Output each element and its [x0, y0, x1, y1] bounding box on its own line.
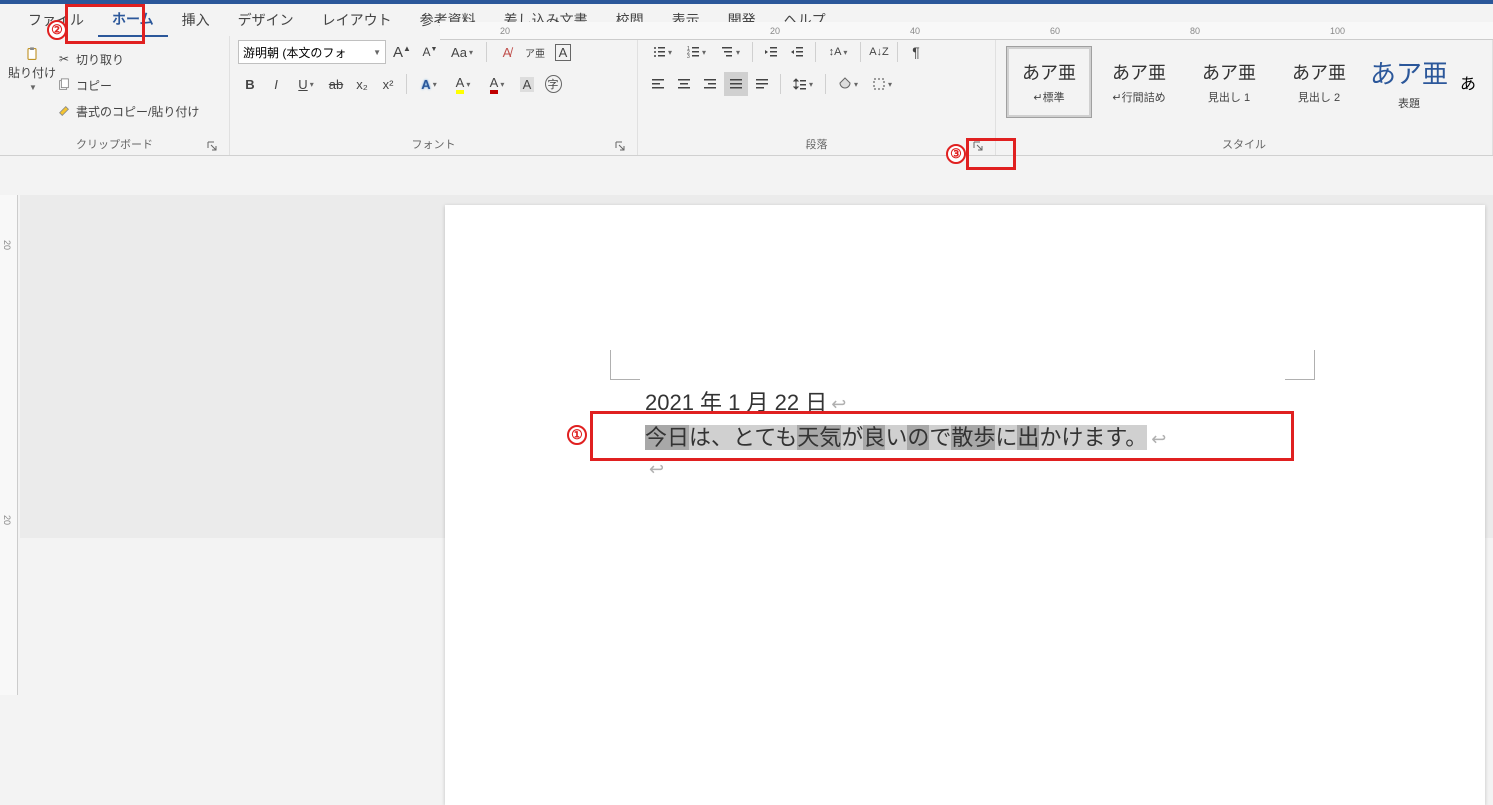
group-label-styles: スタイル	[1004, 133, 1484, 155]
sort-button[interactable]: A↓Z	[867, 40, 891, 64]
tab-insert[interactable]: 挿入	[168, 4, 224, 36]
cut-button[interactable]: ✂ 切り取り	[56, 48, 199, 70]
page[interactable]: 2021 年 1 月 22 日↩ 今日は、とても天気が良いので散歩に出かけます。…	[445, 205, 1485, 805]
tab-layout[interactable]: レイアウト	[308, 4, 406, 36]
horizontal-ruler[interactable]: 20 20 40 60 80 100	[440, 22, 1493, 40]
increase-indent-button[interactable]	[785, 40, 809, 64]
align-left-button[interactable]	[646, 72, 670, 96]
brush-icon	[56, 103, 72, 119]
scissors-icon: ✂	[56, 51, 72, 67]
font-launcher[interactable]	[613, 139, 627, 153]
clipboard-launcher[interactable]	[205, 139, 219, 153]
align-justify-button[interactable]	[724, 72, 748, 96]
margin-marker	[610, 350, 640, 380]
clipboard-icon	[24, 46, 40, 62]
style-item[interactable]: あア亜見出し 1	[1186, 46, 1272, 118]
strikethrough-button[interactable]: ab	[324, 72, 348, 96]
chevron-down-icon: ▼	[29, 83, 37, 92]
group-label-clipboard: クリップボード	[8, 133, 221, 155]
svg-text:3: 3	[687, 54, 690, 59]
show-marks-button[interactable]: ¶	[904, 40, 928, 64]
style-item[interactable]: あア亜↵行間詰め	[1096, 46, 1182, 118]
superscript-button[interactable]: x²	[376, 72, 400, 96]
tab-design[interactable]: デザイン	[224, 4, 308, 36]
numbering-button[interactable]: 123▾	[680, 40, 712, 64]
margin-marker	[1285, 350, 1315, 380]
paste-button[interactable]: 貼り付け ▼	[8, 40, 56, 92]
style-item[interactable]: あア亜見出し 2	[1276, 46, 1362, 118]
group-label-paragraph: 段落	[646, 133, 987, 155]
clear-format-button[interactable]: A̸	[495, 40, 519, 64]
decrease-font-button[interactable]: A▼	[418, 40, 442, 64]
style-item[interactable]: あア亜↵標準	[1006, 46, 1092, 118]
font-name-select[interactable]: 游明朝 (本文のフォ▼	[238, 40, 386, 64]
align-center-button[interactable]	[672, 72, 696, 96]
copy-button[interactable]: コピー	[56, 74, 199, 96]
group-label-font: フォント	[238, 133, 629, 155]
enclose-char-button[interactable]: 字	[541, 72, 565, 96]
phonetic-guide-button[interactable]: ア亜	[523, 40, 547, 64]
borders-button[interactable]: ▾	[866, 72, 898, 96]
text-line-selected[interactable]: 今日は、とても天気が良いので散歩に出かけます。↩	[645, 420, 1166, 455]
copy-icon	[56, 77, 72, 93]
bold-button[interactable]: B	[238, 72, 262, 96]
paragraph-mark-icon: ↩	[831, 394, 846, 414]
bullets-button[interactable]: ▾	[646, 40, 678, 64]
char-border-button[interactable]: A	[551, 40, 575, 64]
char-shading-button[interactable]: A	[515, 72, 539, 96]
increase-font-button[interactable]: A▲	[390, 40, 414, 64]
document-area[interactable]: 2021 年 1 月 22 日↩ 今日は、とても天気が良いので散歩に出かけます。…	[20, 195, 1493, 538]
paragraph-mark-icon: ↩	[649, 455, 1166, 484]
font-color-button[interactable]: A▾	[481, 72, 513, 96]
text-line[interactable]: 2021 年 1 月 22 日↩	[645, 385, 1166, 420]
paragraph-mark-icon: ↩	[1151, 429, 1166, 449]
italic-button[interactable]: I	[264, 72, 288, 96]
subscript-button[interactable]: x₂	[350, 72, 374, 96]
ribbon: 貼り付け ▼ ✂ 切り取り コピー 書式のコピ	[0, 36, 1493, 156]
change-case-button[interactable]: Aa▾	[446, 40, 478, 64]
align-right-button[interactable]	[698, 72, 722, 96]
underline-button[interactable]: U▾	[290, 72, 322, 96]
paragraph-launcher[interactable]	[971, 139, 985, 153]
multilevel-list-button[interactable]: ▾	[714, 40, 746, 64]
format-painter-button[interactable]: 書式のコピー/貼り付け	[56, 100, 199, 122]
style-more[interactable]: あ	[1456, 46, 1480, 118]
text-effects-button[interactable]: A▾	[413, 72, 445, 96]
text-direction-button[interactable]: ↕A▾	[822, 40, 854, 64]
vertical-ruler[interactable]: 20 20	[0, 195, 18, 695]
annotation-number: ②	[47, 20, 67, 40]
tab-home[interactable]: ホーム	[98, 3, 168, 37]
shading-button[interactable]: ▾	[832, 72, 864, 96]
style-item[interactable]: あア亜表題	[1366, 46, 1452, 118]
decrease-indent-button[interactable]	[759, 40, 783, 64]
line-spacing-button[interactable]: ▾	[787, 72, 819, 96]
annotation-number: ①	[567, 425, 587, 445]
annotation-number: ③	[946, 144, 966, 164]
highlight-button[interactable]: A▾	[447, 72, 479, 96]
distribute-button[interactable]	[750, 72, 774, 96]
